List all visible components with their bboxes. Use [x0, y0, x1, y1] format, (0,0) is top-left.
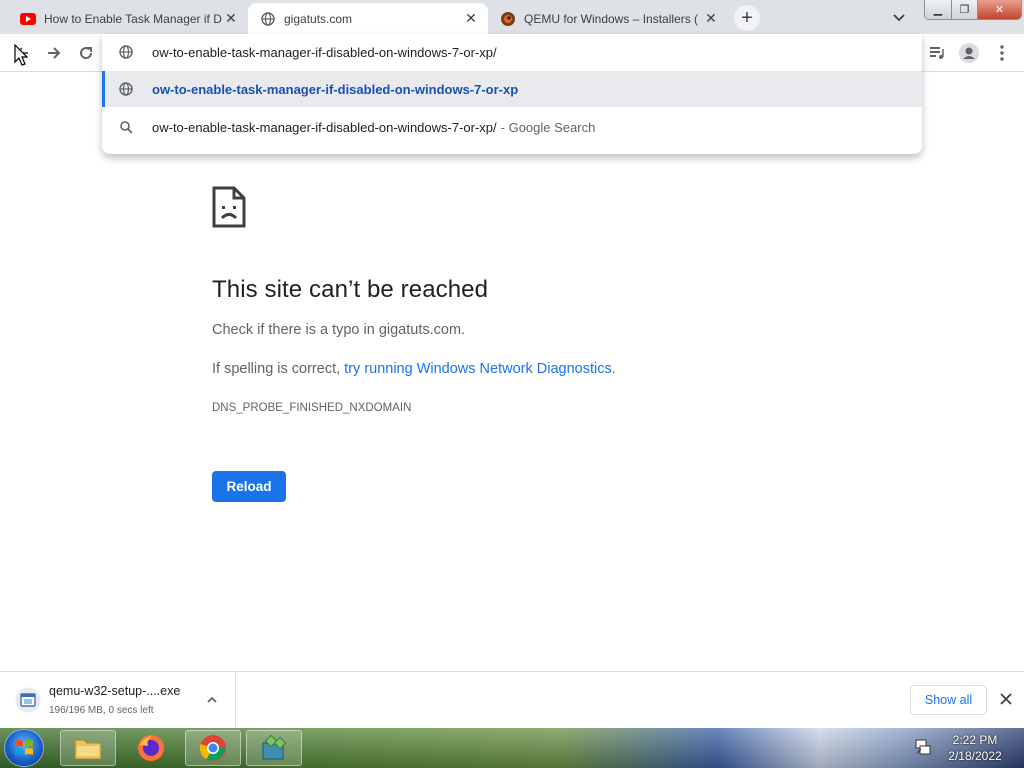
refresh-icon	[80, 47, 93, 60]
taskbar-chrome[interactable]	[185, 730, 241, 766]
error-hint-typo: Check if there is a typo in gigatuts.com…	[212, 322, 466, 338]
close-icon	[1000, 693, 1012, 705]
new-tab-button[interactable]: +	[734, 5, 760, 31]
suggestion-text: ow-to-enable-task-manager-if-disabled-on…	[152, 119, 497, 135]
tab-gigatuts[interactable]: gigatuts.com ✕	[248, 3, 488, 34]
suggestion-suffix: - Google Search	[500, 119, 596, 135]
installer-file-icon	[15, 687, 41, 713]
globe-icon	[118, 44, 134, 60]
clock-date: 2/18/2022	[948, 749, 1002, 763]
globe-icon	[260, 11, 276, 27]
omnibox-suggestion[interactable]: ow-to-enable-task-manager-if-disabled-on…	[102, 71, 922, 107]
error-hint-diagnostics: If spelling is correct, try running Wind…	[212, 361, 616, 377]
reload-button[interactable]: Reload	[212, 471, 286, 502]
tab-strip: How to Enable Task Manager if D ✕ gigatu…	[0, 0, 1024, 34]
profile-button[interactable]	[956, 40, 982, 66]
chrome-icon	[199, 735, 226, 761]
globe-icon	[118, 81, 134, 97]
tab-title: QEMU for Windows – Installers (	[524, 11, 699, 26]
network-diagnostics-link[interactable]: try running Windows Network Diagnostics	[344, 361, 612, 377]
tab-title: How to Enable Task Manager if D	[44, 11, 222, 26]
tab-qemu[interactable]: QEMU for Windows – Installers ( ✕	[488, 3, 728, 34]
network-icon[interactable]	[914, 738, 932, 756]
forward-button[interactable]	[41, 40, 67, 66]
minimize-button[interactable]: ▁	[925, 0, 951, 19]
download-item[interactable]: qemu-w32-setup-....exe 196/196 MB, 0 sec…	[0, 672, 236, 728]
clock-time: 2:22 PM	[952, 733, 998, 747]
hint-prefix: If spelling is correct,	[212, 361, 345, 377]
download-status: 196/196 MB, 0 secs left	[49, 705, 154, 716]
forward-arrow-icon	[48, 47, 61, 59]
menu-button[interactable]	[989, 40, 1015, 66]
reload-toolbar-button[interactable]	[73, 40, 99, 66]
tab-close-icon[interactable]: ✕	[702, 10, 720, 28]
playlist-icon	[930, 47, 944, 59]
close-shelf-button[interactable]	[997, 690, 1015, 708]
start-button[interactable]	[4, 729, 44, 767]
firefox-icon	[138, 735, 164, 761]
error-code: DNS_PROBE_FINISHED_NXDOMAIN	[212, 402, 412, 414]
youtube-icon	[20, 11, 36, 27]
search-icon	[118, 119, 134, 135]
show-all-button[interactable]: Show all	[910, 685, 987, 715]
tab-search-button[interactable]	[888, 8, 910, 28]
folder-icon	[74, 739, 102, 760]
mouse-cursor-icon	[14, 44, 28, 66]
more-vertical-icon	[1000, 45, 1004, 61]
address-bar[interactable]: ow-to-enable-task-manager-if-disabled-on…	[102, 34, 922, 70]
installer-icon	[262, 734, 287, 760]
restore-button[interactable]: ❐	[951, 0, 977, 19]
hint-suffix: .	[611, 361, 616, 377]
close-window-button[interactable]: ✕	[977, 0, 1021, 19]
avatar-icon	[959, 43, 979, 63]
taskbar-explorer[interactable]	[60, 730, 116, 766]
taskbar	[0, 728, 1024, 768]
taskbar-qemu-installer[interactable]	[246, 730, 302, 766]
sad-page-icon	[212, 186, 246, 228]
qemu-icon	[500, 11, 516, 27]
taskbar-clock[interactable]: 2:22 PM 2/18/2022	[936, 732, 1014, 764]
chevron-down-icon	[893, 14, 905, 22]
tab-close-icon[interactable]: ✕	[462, 10, 480, 28]
tab-title: gigatuts.com	[284, 11, 353, 26]
omnibox-dropdown: ow-to-enable-task-manager-if-disabled-on…	[102, 34, 922, 154]
download-filename: qemu-w32-setup-....exe	[49, 684, 181, 698]
taskbar-firefox[interactable]	[123, 730, 179, 766]
omnibox-suggestion[interactable]: ow-to-enable-task-manager-if-disabled-on…	[102, 109, 922, 145]
error-title: This site can’t be reached	[212, 276, 489, 303]
tab-youtube[interactable]: How to Enable Task Manager if D ✕	[8, 3, 248, 34]
chevron-up-icon[interactable]	[205, 693, 219, 707]
download-shelf: qemu-w32-setup-....exe 196/196 MB, 0 sec…	[0, 671, 1024, 728]
tab-close-icon[interactable]: ✕	[222, 10, 240, 28]
window-controls: ▁ ❐ ✕	[924, 0, 1022, 20]
windows-logo-icon	[15, 740, 33, 755]
address-input[interactable]: ow-to-enable-task-manager-if-disabled-on…	[152, 45, 497, 60]
media-controls-button[interactable]	[924, 40, 950, 66]
suggestion-text: ow-to-enable-task-manager-if-disabled-on…	[152, 81, 519, 97]
